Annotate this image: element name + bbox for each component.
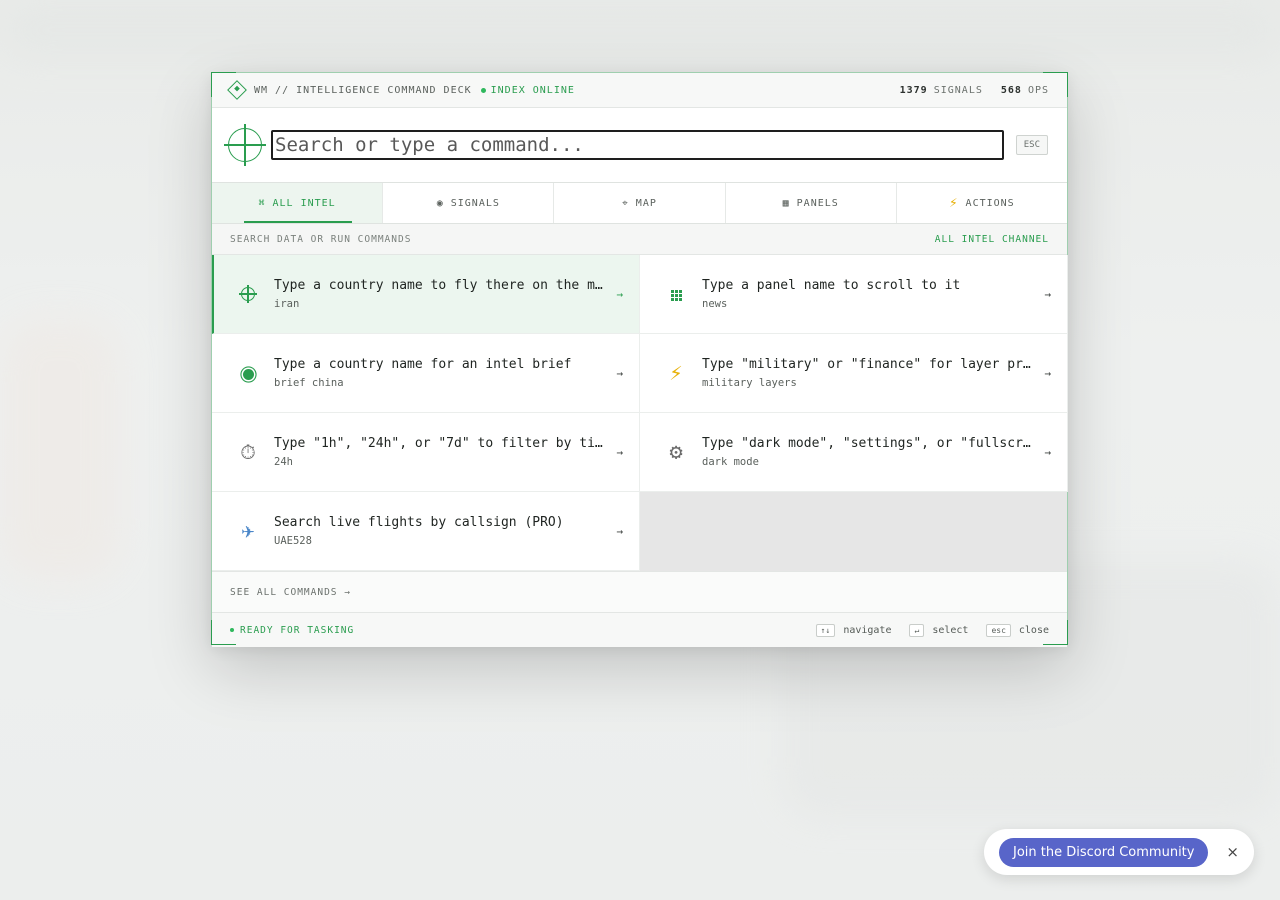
command-title: Type "dark mode", "settings", or "fullsc… (702, 436, 1035, 451)
index-status: INDEX ONLINE (490, 84, 575, 96)
arrow-right-icon: → (616, 445, 623, 459)
lightning-icon: ⚡ (669, 360, 683, 386)
command-example: 24h (274, 456, 293, 468)
command-palette: WM // INTELLIGENCE COMMAND DECK INDEX ON… (211, 72, 1068, 647)
palette-header: WM // INTELLIGENCE COMMAND DECK INDEX ON… (212, 73, 1067, 108)
corner-bracket (1043, 72, 1068, 97)
command-title: Type "military" or "finance" for layer p… (702, 357, 1035, 372)
command-title: Type a country name to fly there on the … (274, 278, 607, 293)
tab-label: PANELS (796, 197, 839, 209)
command-item[interactable]: ⚙ Type "dark mode", "settings", or "full… (640, 413, 1068, 492)
arrow-right-icon: → (616, 366, 623, 380)
background-blur (0, 320, 120, 580)
search-row: ESC (212, 108, 1067, 183)
navigate-label: navigate (843, 624, 892, 636)
signal-dot-icon (234, 361, 262, 385)
category-tabs: ⌘ ALL INTEL ◉ SIGNALS ⌖ MAP ▦ PANELS ⚡ A… (212, 183, 1067, 224)
ops-stat: 568 OPS (1001, 85, 1049, 96)
navigate-key: ↑↓ (815, 623, 836, 637)
corner-bracket (1043, 620, 1068, 645)
tab-actions[interactable]: ⚡ ACTIONS (897, 183, 1067, 223)
channel-label: ALL INTEL CHANNEL (934, 233, 1049, 245)
signals-count: 1379 (899, 84, 928, 96)
arrow-right-icon: → (616, 524, 623, 538)
signal-dot-icon: ◉ (436, 197, 444, 209)
arrow-right-icon: → (1044, 445, 1051, 459)
airplane-icon: ✈ (241, 518, 255, 544)
keyboard-hints: ↑↓ navigate ↵ select esc close (815, 623, 1049, 637)
brand-title: WM // INTELLIGENCE COMMAND DECK (254, 84, 472, 96)
command-title: Type "1h", "24h", or "7d" to filter by t… (274, 436, 607, 451)
select-key: ↵ (909, 623, 925, 637)
gear-icon: ⚙ (669, 439, 683, 465)
command-example: news (702, 298, 728, 310)
esc-button[interactable]: ESC (1015, 135, 1048, 155)
join-discord-button[interactable]: Join the Discord Community (999, 837, 1209, 867)
select-label: select (932, 624, 969, 636)
see-all-commands-link[interactable]: SEE ALL COMMANDS → (212, 572, 1067, 613)
status-dot-icon (480, 87, 486, 93)
tab-label: SIGNALS (450, 197, 500, 209)
command-item[interactable]: Type a country name for an intel brief b… (212, 334, 640, 413)
arrow-right-icon: → (1044, 366, 1051, 380)
background-blur (0, 0, 1280, 60)
search-input[interactable] (271, 130, 1004, 160)
command-example: military layers (702, 377, 797, 389)
signals-label: SIGNALS (933, 84, 983, 96)
crosshair-icon (234, 282, 262, 306)
command-title: Search live flights by callsign (PRO) (274, 515, 564, 530)
status-bar: READY FOR TASKING ↑↓ navigate ↵ select e… (212, 613, 1067, 647)
command-example: UAE528 (274, 535, 312, 547)
stats: 1379 SIGNALS 568 OPS (900, 85, 1049, 96)
command-item[interactable]: ✈ Search live flights by callsign (PRO) … (212, 492, 640, 571)
command-item[interactable]: Type a country name to fly there on the … (212, 255, 640, 334)
crosshair-icon: ⌖ (622, 197, 629, 209)
tab-panels[interactable]: ▦ PANELS (726, 183, 897, 223)
crosshair-icon (224, 124, 266, 166)
signals-stat: 1379 SIGNALS (900, 85, 983, 96)
corner-bracket (211, 620, 236, 645)
grid-square-icon: ▦ (782, 197, 790, 209)
grid-square-icon (662, 282, 690, 306)
command-item[interactable]: Type a panel name to scroll to it news → (640, 255, 1068, 334)
command-title: Type a country name for an intel brief (274, 357, 572, 372)
command-icon: ⌘ (258, 197, 266, 209)
tab-label: ACTIONS (965, 197, 1015, 209)
see-all-label: SEE ALL COMMANDS → (230, 586, 351, 598)
stopwatch-icon: ⏱ (240, 440, 256, 464)
command-title: Type a panel name to scroll to it (702, 278, 961, 293)
arrow-right-icon: → (1044, 287, 1051, 301)
ready-status: READY FOR TASKING (240, 624, 355, 636)
lightning-icon: ⚡ (949, 195, 959, 211)
arrow-right-icon: → (616, 287, 623, 301)
tab-label: ALL INTEL (272, 197, 336, 209)
command-item[interactable]: ⏱ Type "1h", "24h", or "7d" to filter by… (212, 413, 640, 492)
ops-count: 568 (1000, 84, 1022, 96)
tab-signals[interactable]: ◉ SIGNALS (383, 183, 555, 223)
command-example: dark mode (702, 456, 759, 468)
command-example: iran (274, 298, 300, 310)
tab-label: MAP (635, 197, 657, 209)
tab-all-intel[interactable]: ⌘ ALL INTEL (212, 183, 384, 223)
close-icon[interactable]: × (1226, 843, 1239, 861)
section-header: SEARCH DATA OR RUN COMMANDS ALL INTEL CH… (212, 224, 1067, 255)
command-example: brief china (274, 377, 344, 389)
discord-banner: Join the Discord Community × (984, 829, 1254, 875)
tab-map[interactable]: ⌖ MAP (554, 183, 726, 223)
close-key: esc (986, 623, 1011, 637)
command-grid: Type a country name to fly there on the … (212, 255, 1068, 572)
command-item[interactable]: ⚡ Type "military" or "finance" for layer… (640, 334, 1068, 413)
section-hint: SEARCH DATA OR RUN COMMANDS (230, 233, 412, 245)
